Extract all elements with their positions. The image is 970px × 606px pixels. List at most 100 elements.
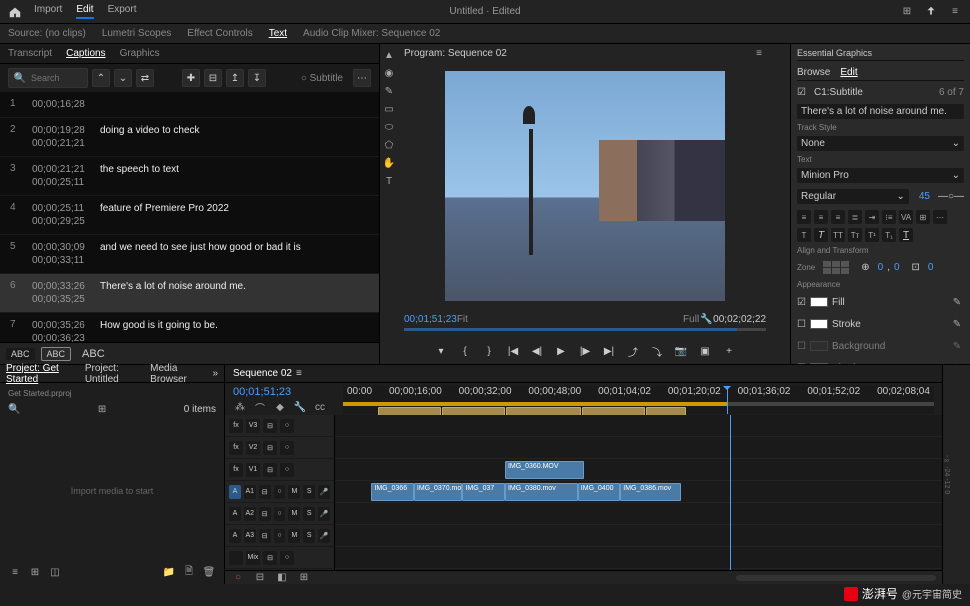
- track-content[interactable]: IMG_0360.MOVIMG_0366IMG_0370.movIMG_037I…: [335, 415, 942, 570]
- step-fwd-icon[interactable]: |▶: [577, 343, 593, 359]
- trash-icon[interactable]: 🗑: [202, 565, 216, 579]
- workspace-icon[interactable]: ⊞: [900, 5, 914, 19]
- clip[interactable]: IMG_0380.mov: [505, 483, 578, 501]
- fill-swatch[interactable]: [810, 297, 828, 307]
- font-select[interactable]: Minion Pro⌄: [797, 168, 964, 183]
- ellipse-tool-icon[interactable]: ⬭: [382, 120, 396, 134]
- quality-dropdown[interactable]: Full: [683, 314, 699, 325]
- font-size[interactable]: 45: [919, 191, 930, 202]
- snap-icon[interactable]: ⁂: [233, 400, 247, 414]
- align-justify-icon[interactable]: ≣: [848, 210, 862, 224]
- stroke-eyedrop-icon[interactable]: ✎: [950, 317, 964, 331]
- smallcaps-icon[interactable]: Tᴛ: [848, 228, 862, 242]
- caption-row[interactable]: 400;00;25;1100;00;29;25feature of Premie…: [0, 196, 379, 235]
- track-header-V2[interactable]: fxV2⊟○: [225, 437, 334, 459]
- add-caption-btn[interactable]: ✚: [182, 69, 200, 87]
- superscript-icon[interactable]: T¹: [865, 228, 879, 242]
- src-tab-effects[interactable]: Effect Controls: [187, 28, 252, 39]
- track-lane-V2[interactable]: [335, 437, 942, 459]
- subscript-icon[interactable]: T₁: [882, 228, 896, 242]
- proj-tab-2[interactable]: Project: Untitled: [85, 363, 140, 385]
- play-icon[interactable]: ▶: [553, 343, 569, 359]
- stroke-swatch[interactable]: [810, 319, 828, 329]
- caption-row[interactable]: 200;00;19;2800;00;21;21doing a video to …: [0, 118, 379, 157]
- track-header-A3[interactable]: AA3⊟○MS🎤: [225, 525, 334, 547]
- track-header-A1[interactable]: AA1⊟○MS🎤: [225, 481, 334, 503]
- tracking-icon[interactable]: VA: [899, 210, 913, 224]
- kerning-icon[interactable]: ⊞: [916, 210, 930, 224]
- pos-y[interactable]: 0: [894, 262, 900, 273]
- tab-export[interactable]: Export: [108, 4, 137, 19]
- proj-tab-1[interactable]: Project: Get Started: [6, 363, 75, 385]
- fill-eyedrop-icon[interactable]: ✎: [950, 295, 964, 309]
- tab-import[interactable]: Import: [34, 4, 62, 19]
- caption-menu-btn[interactable]: ⋯: [353, 69, 371, 87]
- cc-icon[interactable]: cc: [313, 400, 327, 414]
- add-marker-icon[interactable]: ▾: [433, 343, 449, 359]
- type-tool-icon[interactable]: T: [382, 174, 396, 188]
- caption-row[interactable]: 500;00;30;0900;00;33;11and we need to se…: [0, 235, 379, 274]
- share-icon[interactable]: [924, 5, 938, 19]
- tl-tool3-icon[interactable]: ⊞: [297, 571, 311, 585]
- playhead[interactable]: [730, 415, 731, 570]
- tl-zoom-out-icon[interactable]: ○: [231, 571, 245, 585]
- allcaps-icon[interactable]: TT: [831, 228, 845, 242]
- shadow-eyedrop-icon[interactable]: ✎: [950, 361, 964, 364]
- import-drop-zone[interactable]: Import media to start: [4, 418, 220, 564]
- tab-transcript[interactable]: Transcript: [8, 48, 52, 59]
- prev-btn[interactable]: ⌃: [92, 69, 110, 87]
- track-header-V3[interactable]: fxV3⊟○: [225, 415, 334, 437]
- sequence-tab[interactable]: Sequence 02: [233, 368, 292, 379]
- track-style-select[interactable]: None⌄: [797, 136, 964, 151]
- track-lane-Mix[interactable]: [335, 547, 942, 569]
- eg-tab-browse[interactable]: Browse: [797, 67, 830, 78]
- eg-tab-edit[interactable]: Edit: [840, 67, 857, 78]
- indent-icon[interactable]: ⇥: [865, 210, 879, 224]
- abc-2[interactable]: ABC: [41, 347, 72, 361]
- faux-italic-icon[interactable]: T: [814, 228, 828, 242]
- caption-search[interactable]: 🔍: [8, 68, 88, 88]
- go-in-icon[interactable]: |◀: [505, 343, 521, 359]
- hand-direct-icon[interactable]: ◉: [382, 66, 396, 80]
- align-left-icon[interactable]: ≡: [797, 210, 811, 224]
- track-lane-V3[interactable]: [335, 415, 942, 437]
- next-btn[interactable]: ⌄: [114, 69, 132, 87]
- menu-icon[interactable]: ≡: [948, 5, 962, 19]
- marker-tool-icon[interactable]: ◆: [273, 400, 287, 414]
- bg-check[interactable]: ☐: [797, 341, 806, 352]
- caption-row[interactable]: 600;00;33;2600;00;35;25There's a lot of …: [0, 274, 379, 313]
- list-icon[interactable]: ⁝≡: [882, 210, 896, 224]
- src-tab-audio[interactable]: Audio Clip Mixer: Sequence 02: [303, 28, 440, 39]
- freeform-icon[interactable]: ◫: [48, 565, 62, 579]
- more-icon[interactable]: ⋯: [933, 210, 947, 224]
- subtitle-track-label[interactable]: ○ Subtitle: [301, 73, 343, 84]
- faux-bold-icon[interactable]: T: [797, 228, 811, 242]
- track-header-A2[interactable]: AA2⊟○MS🎤: [225, 503, 334, 525]
- bg-eyedrop-icon[interactable]: ✎: [950, 339, 964, 353]
- merge-down-btn[interactable]: ↧: [248, 69, 266, 87]
- zone-grid[interactable]: [823, 261, 849, 274]
- search-input[interactable]: [31, 73, 81, 83]
- clip[interactable]: IMG_0360.MOV: [505, 461, 584, 479]
- caption-row[interactable]: 100;00;16;28: [0, 92, 379, 118]
- clip[interactable]: IMG_037: [462, 483, 504, 501]
- fill-check[interactable]: ☑: [797, 297, 806, 308]
- pen-tool-icon[interactable]: ✎: [382, 84, 396, 98]
- list-view-icon[interactable]: ≡: [8, 565, 22, 579]
- icon-view-icon[interactable]: ⊞: [28, 565, 42, 579]
- tl-tool1-icon[interactable]: ⊟: [253, 571, 267, 585]
- wrench-icon[interactable]: 🔧: [293, 400, 307, 414]
- lift-icon[interactable]: ⤴: [625, 343, 641, 359]
- time-ruler[interactable]: 00:0000;00;16;0000;00;32;0000;00;48;0000…: [343, 386, 934, 414]
- export-frame-icon[interactable]: 📷: [673, 343, 689, 359]
- font-style-select[interactable]: Regular⌄: [797, 189, 909, 204]
- split-btn[interactable]: ⊟: [204, 69, 222, 87]
- replace-btn[interactable]: ⇄: [136, 69, 154, 87]
- pos-x[interactable]: 0: [878, 262, 884, 273]
- hand-tool-icon[interactable]: ✋: [382, 156, 396, 170]
- poly-tool-icon[interactable]: ⬠: [382, 138, 396, 152]
- track-header-Mix[interactable]: Mix⊟○: [225, 547, 334, 569]
- comparison-icon[interactable]: ▣: [697, 343, 713, 359]
- zoom-scrollbar[interactable]: [736, 575, 936, 581]
- current-timecode[interactable]: 00;01;51;23: [404, 314, 457, 325]
